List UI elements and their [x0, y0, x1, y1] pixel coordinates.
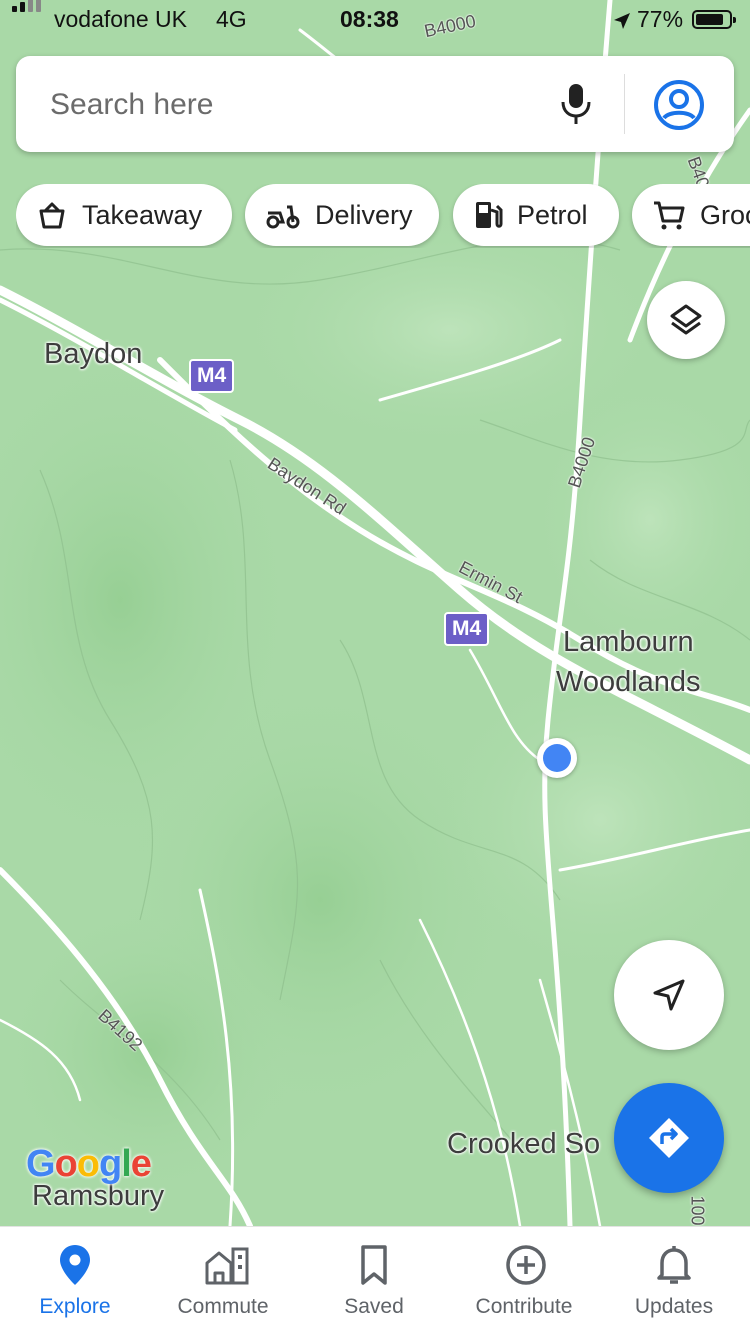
category-chips: Takeaway Delivery Petrol Groc	[16, 184, 750, 248]
nav-contribute[interactable]: Contribute	[449, 1227, 599, 1335]
current-location-dot[interactable]	[537, 738, 577, 778]
search-bar[interactable]	[16, 56, 734, 152]
network-type: 4G	[216, 6, 247, 32]
navigation-arrow-icon	[653, 979, 685, 1011]
microphone-icon[interactable]	[556, 80, 596, 128]
chip-takeaway[interactable]: Takeaway	[16, 184, 232, 246]
nav-label: Saved	[344, 1295, 404, 1318]
search-divider	[624, 74, 625, 134]
chip-groceries[interactable]: Groc	[632, 184, 750, 246]
chip-label: Groc	[700, 199, 750, 230]
layers-icon	[670, 304, 702, 335]
chip-label: Takeaway	[82, 199, 203, 230]
m4-shield: M4	[189, 359, 235, 393]
chip-delivery[interactable]: Delivery	[245, 184, 439, 246]
nav-explore[interactable]: Explore	[0, 1227, 150, 1335]
bell-icon	[657, 1246, 691, 1284]
chip-petrol[interactable]: Petrol	[453, 184, 619, 246]
petrol-pump-icon	[476, 202, 503, 228]
status-bar: vodafone UK 4G 08:38 77%	[0, 0, 750, 40]
chip-label: Delivery	[315, 199, 413, 230]
my-location-button[interactable]	[614, 940, 724, 1050]
place-label-crooked-soley[interactable]: Crooked So	[447, 1128, 600, 1161]
nav-label: Commute	[177, 1295, 269, 1318]
account-icon[interactable]	[652, 78, 706, 132]
clock: 08:38	[340, 6, 399, 32]
nav-saved[interactable]: Saved	[299, 1227, 449, 1335]
commute-icon	[205, 1247, 249, 1285]
delivery-scooter-icon	[266, 205, 300, 229]
nav-updates[interactable]: Updates	[599, 1227, 749, 1335]
carrier-name: vodafone UK	[54, 6, 187, 32]
nav-commute[interactable]: Commute	[148, 1227, 298, 1335]
bottom-navigation: Explore Commute Saved Contribute Updates	[0, 1226, 750, 1335]
chip-label: Petrol	[517, 199, 588, 230]
battery-percent: 77%	[637, 6, 684, 32]
place-label-woodlands[interactable]: Woodlands	[556, 666, 701, 699]
layers-button[interactable]	[647, 281, 725, 359]
location-arrow-icon	[614, 13, 630, 29]
place-label-baydon[interactable]: Baydon	[44, 338, 142, 371]
explore-pin-icon	[60, 1245, 90, 1285]
place-label-lambourn[interactable]: Lambourn	[563, 626, 694, 659]
nav-label: Contribute	[475, 1295, 573, 1318]
shopping-cart-icon	[654, 201, 685, 230]
directions-button[interactable]	[614, 1083, 724, 1193]
add-circle-icon	[506, 1245, 546, 1285]
m4-shield: M4	[444, 612, 490, 646]
google-logo: Google	[26, 1143, 152, 1185]
nav-label: Explore	[39, 1295, 111, 1318]
nav-label: Updates	[634, 1295, 714, 1318]
directions-icon	[649, 1118, 689, 1158]
takeaway-icon	[39, 202, 65, 229]
road-label-b400: 100	[687, 1195, 708, 1226]
search-input[interactable]	[48, 84, 532, 126]
battery-icon	[692, 10, 736, 29]
bookmark-icon	[361, 1245, 387, 1285]
